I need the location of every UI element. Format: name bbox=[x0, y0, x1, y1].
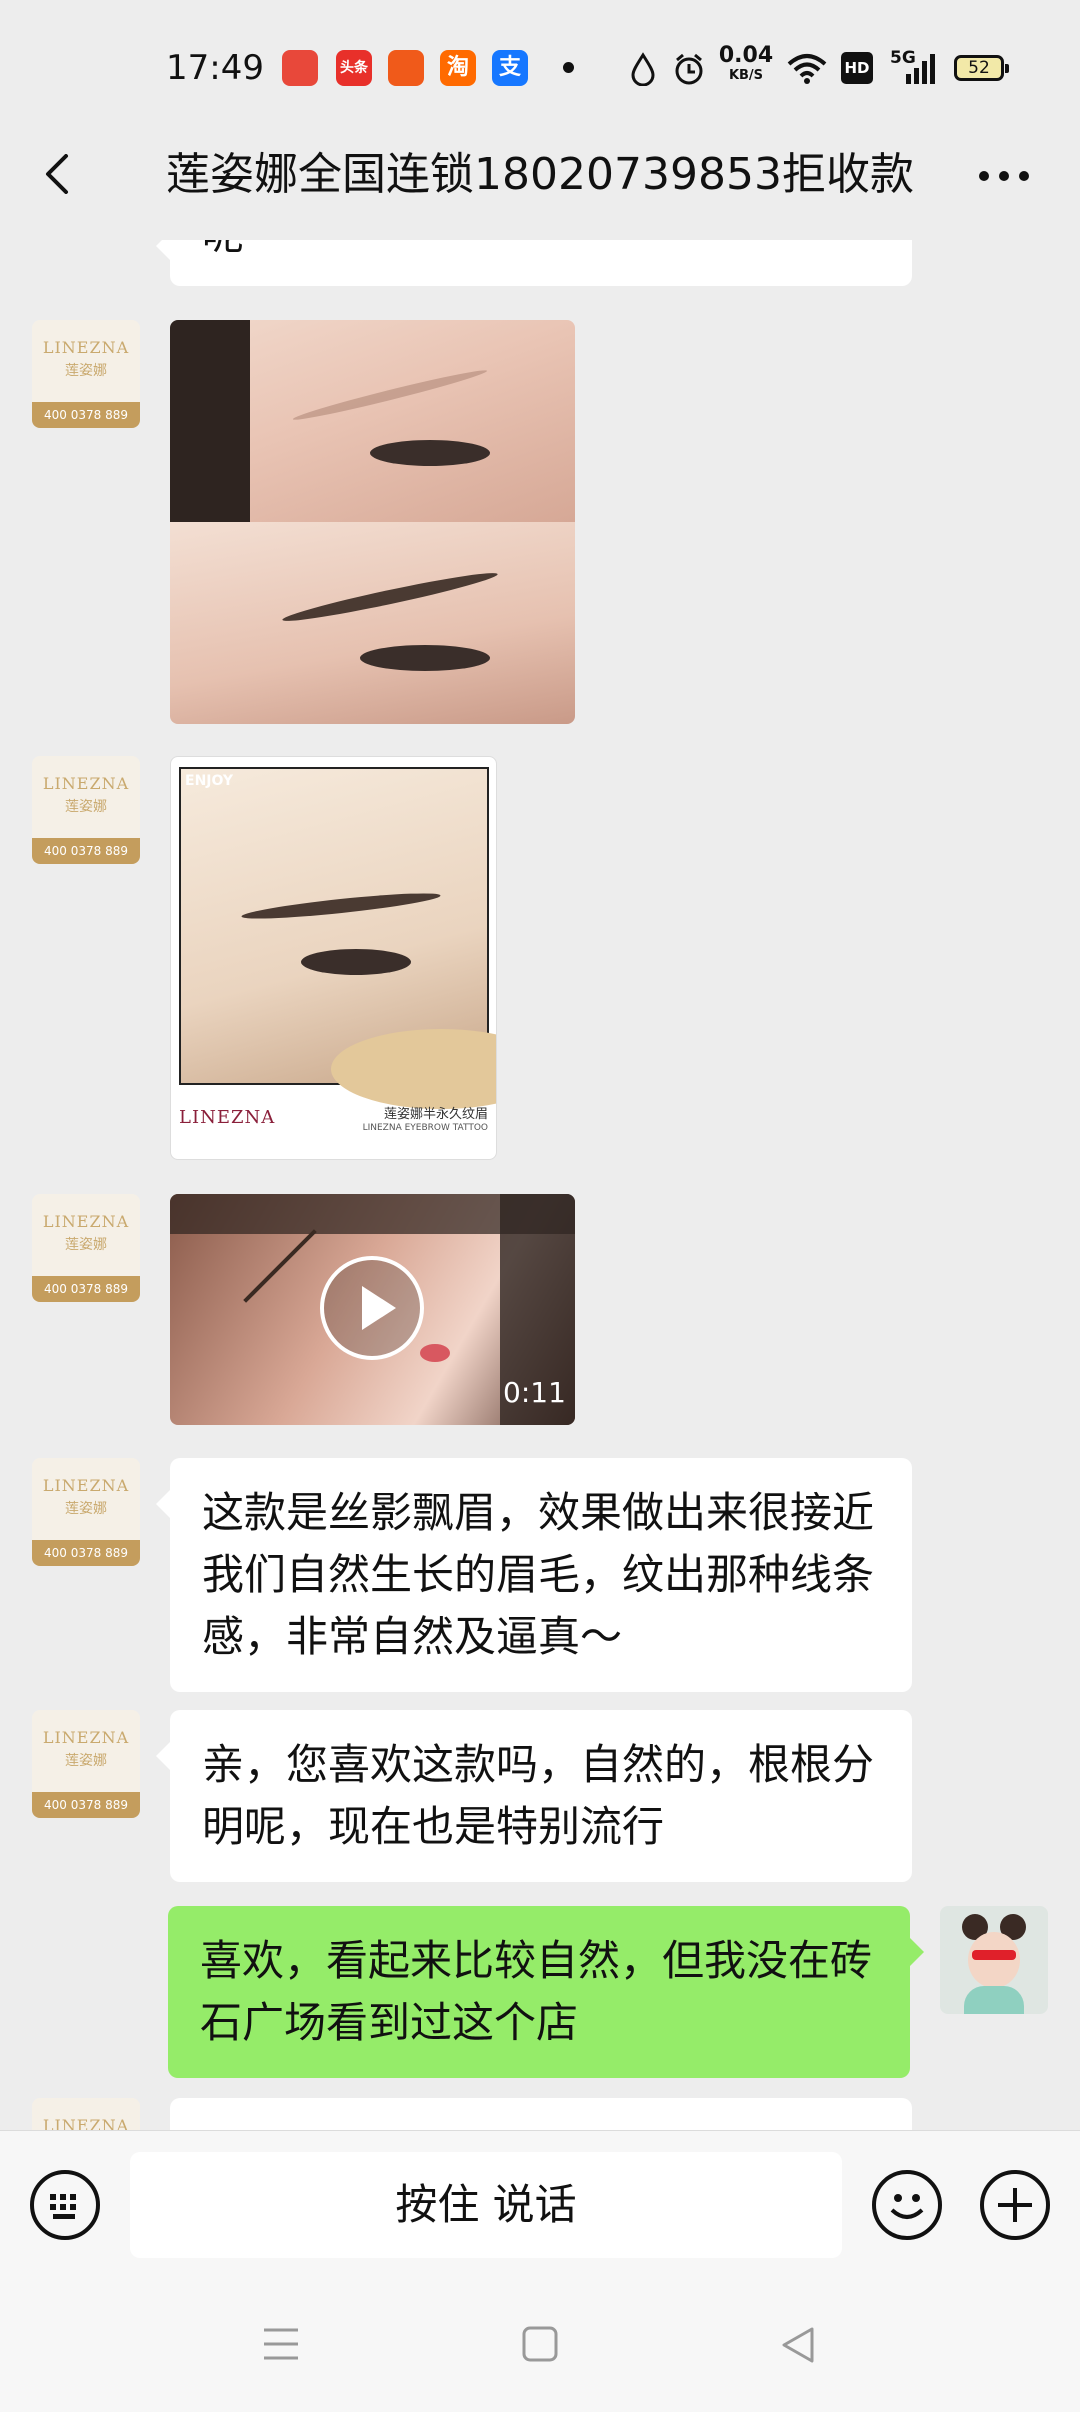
contact-avatar[interactable]: LINEZNA bbox=[32, 2098, 140, 2130]
emoji-icon[interactable] bbox=[872, 2170, 942, 2240]
more-options-icon[interactable] bbox=[976, 168, 1032, 184]
net-speed: 0.04 KB/S bbox=[718, 43, 774, 84]
message-bubble[interactable]: 这款是丝影飘眉，效果做出来很接近我们自然生长的眉毛，纹出那种线条感，非常自然及逼… bbox=[156, 1458, 912, 1692]
alipay-icon: 支 bbox=[492, 50, 528, 86]
drop-icon bbox=[631, 52, 655, 86]
back-nav-icon[interactable] bbox=[780, 2326, 816, 2364]
chat-area[interactable]: 呢 LINEZNA 莲姿娜 400 0378 889 LINEZNA 莲姿娜 4… bbox=[0, 240, 1080, 2130]
card-caption-cn: 莲姿娜半永久纹眉 bbox=[383, 1107, 488, 1122]
message-text: 亲，您喜欢这款吗，自然的，根根分明呢，现在也是特别流行 bbox=[202, 1740, 875, 1851]
taobao-icon: 淘 bbox=[440, 50, 476, 86]
back-arrow-icon[interactable] bbox=[38, 154, 78, 194]
battery-icon: 52 bbox=[954, 55, 1009, 81]
self-avatar[interactable] bbox=[940, 1906, 1048, 2014]
message-bubble-partial[interactable] bbox=[170, 2098, 912, 2130]
signal-icon bbox=[906, 54, 935, 84]
contact-avatar[interactable]: LINEZNA 莲姿娜 400 0378 889 bbox=[32, 1194, 140, 1302]
home-icon[interactable] bbox=[522, 2326, 558, 2362]
alarm-icon bbox=[675, 53, 703, 85]
contact-avatar[interactable]: LINEZNA 莲姿娜 400 0378 889 bbox=[32, 320, 140, 428]
orange-app-icon bbox=[388, 50, 424, 86]
hold-to-talk-button[interactable]: 按住 说话 bbox=[130, 2152, 842, 2258]
message-bubble-partial[interactable]: 呢 bbox=[156, 240, 912, 286]
wifi-icon bbox=[787, 54, 827, 84]
chat-title: 莲姿娜全国连锁18020739853拒收款 bbox=[166, 149, 914, 200]
play-icon[interactable] bbox=[320, 1256, 424, 1360]
keyboard-icon[interactable] bbox=[30, 2170, 100, 2240]
enjoy-label: ENJOY bbox=[185, 773, 234, 789]
video-duration: 0:11 bbox=[503, 1376, 566, 1409]
message-text: 喜欢，看起来比较自然，但我没在砖石广场看到过这个店 bbox=[200, 1936, 873, 2047]
red-app-icon bbox=[282, 50, 318, 86]
contact-avatar[interactable]: LINEZNA 莲姿娜 400 0378 889 bbox=[32, 756, 140, 864]
contact-avatar[interactable]: LINEZNA 莲姿娜 400 0378 889 bbox=[32, 1458, 140, 1566]
card-caption-en: LINEZNA EYEBROW TATTOO bbox=[362, 1123, 488, 1133]
status-time: 17:49 bbox=[166, 48, 264, 88]
toutiao-icon: 头条 bbox=[336, 50, 372, 86]
notification-dot-icon bbox=[563, 62, 574, 73]
status-bar: 17:49 头条 淘 支 0.04 KB/S HD 5G 52 bbox=[0, 0, 1080, 140]
menu-icon[interactable] bbox=[262, 2326, 300, 2362]
linezna-promo-card[interactable]: ENJOY LINEZNA 莲姿娜半永久纹眉 LINEZNA EYEBROW T… bbox=[170, 756, 497, 1160]
message-bubble[interactable]: 亲，您喜欢这款吗，自然的，根根分明呢，现在也是特别流行 bbox=[156, 1710, 912, 1882]
contact-avatar[interactable]: LINEZNA 莲姿娜 400 0378 889 bbox=[32, 1710, 140, 1818]
message-text: 这款是丝影飘眉，效果做出来很接近我们自然生长的眉毛，纹出那种线条感，非常自然及逼… bbox=[202, 1488, 875, 1661]
hd-icon: HD bbox=[841, 52, 873, 84]
eyebrow-before-after-photo[interactable] bbox=[170, 320, 575, 724]
linezna-logo: LINEZNA bbox=[179, 1107, 276, 1128]
plus-icon[interactable] bbox=[980, 2170, 1050, 2240]
message-text: 呢 bbox=[202, 240, 244, 259]
video-message[interactable]: 0:11 bbox=[170, 1194, 575, 1425]
self-message-bubble[interactable]: 喜欢，看起来比较自然，但我没在砖石广场看到过这个店 bbox=[168, 1906, 924, 2078]
